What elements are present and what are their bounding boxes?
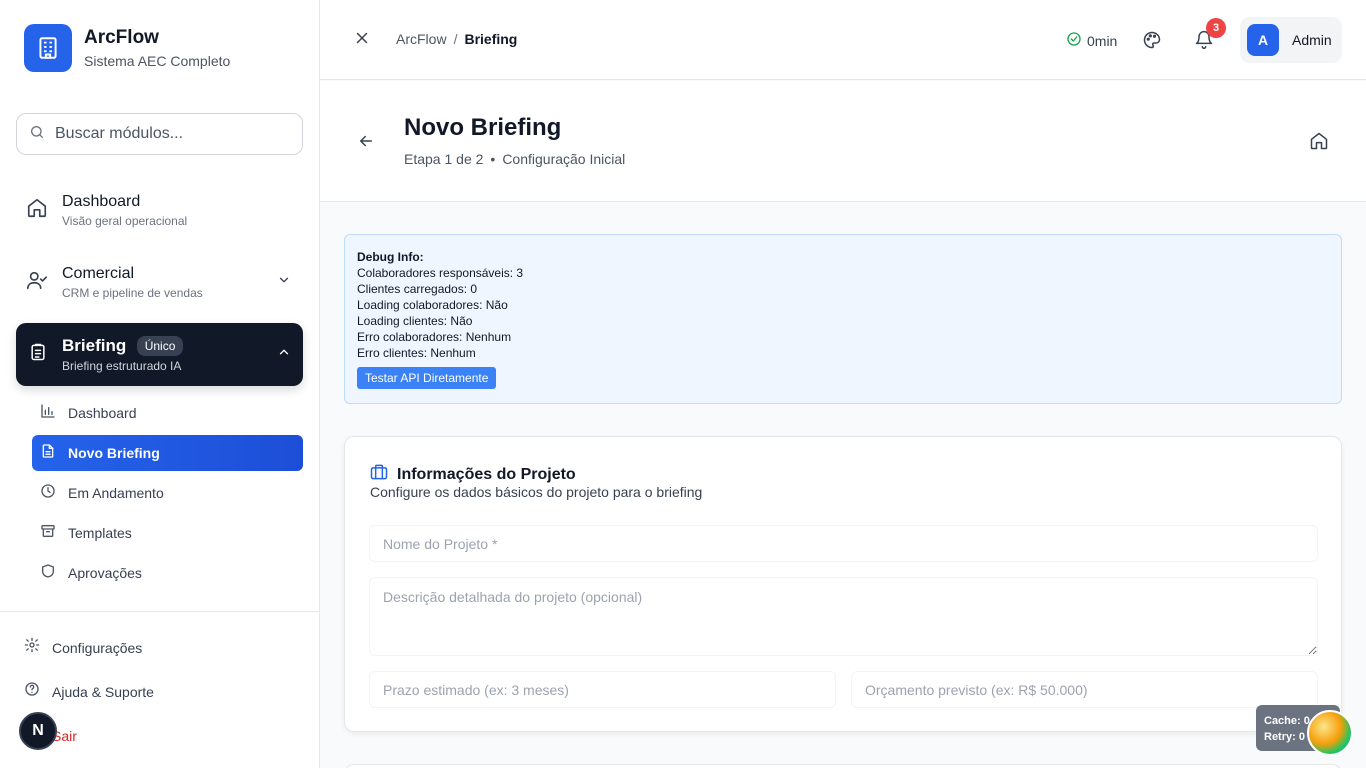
module-search[interactable]: [16, 113, 303, 155]
subnav-label: Em Andamento: [68, 485, 164, 501]
breadcrumb: ArcFlow / Briefing: [396, 31, 517, 47]
shield-icon: [40, 563, 56, 584]
help-circle-icon: [24, 681, 40, 702]
app-name: ArcFlow: [84, 27, 159, 48]
nav-briefing[interactable]: Briefing Único Briefing estruturado IA: [16, 323, 303, 386]
nav-comercial-sub: CRM e pipeline de vendas: [62, 286, 203, 300]
debug-line: Loading colaboradores: Não: [357, 298, 508, 312]
nav-comercial[interactable]: Comercial CRM e pipeline de vendas: [16, 265, 303, 300]
bar-chart-icon: [40, 403, 56, 424]
budget-field[interactable]: [851, 671, 1318, 708]
clipboard-icon: [28, 342, 48, 367]
subnav-novo-briefing[interactable]: Novo Briefing: [32, 435, 303, 471]
debug-line: Colaboradores responsáveis: 3: [357, 266, 524, 280]
card-title-text: Informações do Projeto: [397, 465, 576, 483]
debug-line: Clientes carregados: 0: [357, 282, 478, 296]
project-description-field[interactable]: [369, 577, 1318, 656]
settings-label: Configurações: [52, 639, 143, 656]
step-name: Configuração Inicial: [502, 151, 626, 167]
page-title: Novo Briefing: [404, 114, 562, 141]
search-input[interactable]: [55, 125, 285, 143]
subnav-aprovacoes[interactable]: Aprovações: [32, 555, 303, 591]
debug-title: Debug Info:: [357, 250, 424, 264]
file-text-icon: [40, 443, 56, 464]
brand[interactable]: ArcFlow Sistema AEC Completo: [24, 24, 230, 72]
assistant-avatar-icon[interactable]: [1307, 710, 1353, 756]
home-icon: [26, 197, 48, 224]
debug-panel: Debug Info: Colaboradores responsáveis: …: [344, 234, 1342, 404]
project-info-card: Informações do Projeto Configure os dado…: [344, 436, 1342, 732]
gear-icon: [24, 637, 40, 658]
nav-dashboard-sub: Visão geral operacional: [62, 214, 188, 228]
next-card: [344, 764, 1342, 768]
debug-line: Erro colaboradores: Nenhum: [357, 330, 512, 344]
notification-count-badge: 3: [1206, 18, 1226, 38]
avatar: A: [1247, 24, 1279, 56]
page-step: Etapa 1 de 2 • Configuração Inicial: [404, 151, 625, 167]
nav-comercial-label: Comercial: [62, 265, 135, 282]
home-icon[interactable]: [1309, 131, 1329, 156]
unique-badge: Único: [136, 336, 184, 357]
palette-icon[interactable]: [1142, 30, 1162, 55]
sidebar: ArcFlow Sistema AEC Completo Dashboard V…: [0, 0, 320, 768]
check-circle-icon: [1066, 31, 1082, 50]
help-label: Ajuda & Suporte: [52, 683, 154, 700]
user-name: Admin: [1292, 32, 1332, 48]
nav-briefing-sub: Briefing estruturado IA: [62, 359, 182, 374]
deadline-field[interactable]: [369, 671, 836, 708]
building-icon: [24, 24, 72, 72]
subnav-label: Novo Briefing: [68, 445, 160, 461]
chevron-down-icon[interactable]: [277, 273, 291, 292]
step-counter: Etapa 1 de 2: [404, 151, 484, 167]
settings-link[interactable]: Configurações: [24, 637, 142, 658]
subnav-em-andamento[interactable]: Em Andamento: [32, 475, 303, 511]
search-icon: [29, 124, 45, 145]
timer-value: 0min: [1087, 32, 1118, 49]
subnav-label: Dashboard: [68, 405, 137, 421]
breadcrumb-current: Briefing: [464, 31, 518, 47]
nav-dashboard-label: Dashboard: [62, 193, 141, 210]
card-subtitle: Configure os dados básicos do projeto pa…: [370, 484, 703, 500]
subnav-templates[interactable]: Templates: [32, 515, 303, 551]
user-check-icon: [26, 269, 48, 296]
sidebar-divider: [0, 611, 320, 612]
clock-icon: [40, 483, 56, 504]
user-menu[interactable]: A Admin: [1240, 17, 1342, 63]
topbar: ArcFlow / Briefing 0min 3 A Admin: [320, 0, 1366, 80]
breadcrumb-separator: /: [453, 31, 458, 47]
debug-line: Erro clientes: Nenhum: [357, 346, 476, 360]
archive-icon: [40, 523, 56, 544]
help-link[interactable]: Ajuda & Suporte: [24, 681, 154, 702]
nav-briefing-label: Briefing: [62, 335, 127, 355]
chevron-up-icon[interactable]: [277, 345, 291, 364]
breadcrumb-root[interactable]: ArcFlow: [396, 31, 447, 47]
nav-dashboard[interactable]: Dashboard Visão geral operacional: [16, 193, 303, 228]
debug-line: Loading clientes: Não: [357, 314, 473, 328]
session-timer: 0min: [1066, 31, 1117, 50]
step-dot: •: [490, 151, 496, 167]
page-header: Novo Briefing Etapa 1 de 2 • Configuração …: [320, 81, 1366, 202]
subnav-dashboard[interactable]: Dashboard: [32, 395, 303, 431]
project-name-field[interactable]: [369, 525, 1318, 562]
subnav-label: Templates: [68, 525, 132, 541]
close-icon[interactable]: [353, 29, 371, 52]
app-subtitle: Sistema AEC Completo: [84, 53, 231, 69]
framework-badge[interactable]: N: [19, 712, 57, 750]
subnav-label: Aprovações: [68, 565, 142, 581]
arrow-left-icon[interactable]: [357, 132, 375, 155]
test-api-button[interactable]: Testar API Diretamente: [357, 367, 497, 389]
